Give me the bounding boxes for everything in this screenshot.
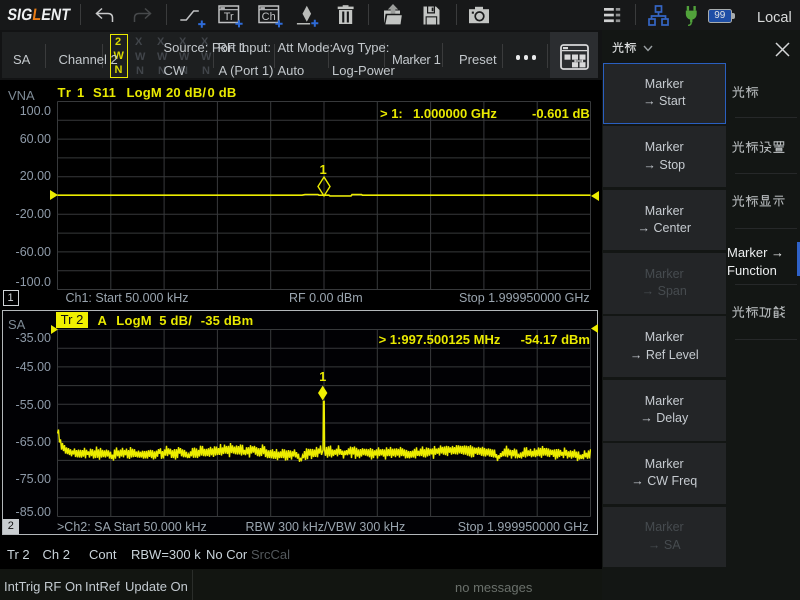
svg-text:Tr: Tr xyxy=(224,11,234,23)
svg-text:Ch: Ch xyxy=(261,11,275,23)
